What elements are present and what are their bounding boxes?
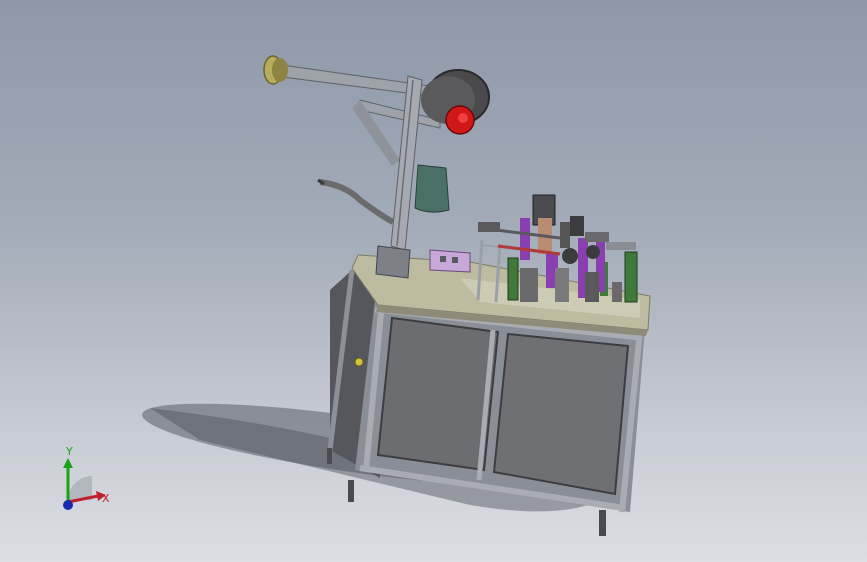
cabinet-door-right[interactable] (492, 332, 630, 496)
cabinet-lock[interactable] (354, 357, 364, 367)
axis-triad[interactable]: Y X (63, 445, 110, 510)
unwind-gantry (263, 55, 490, 279)
y-axis-label: Y (65, 445, 73, 458)
air-tank (414, 164, 450, 213)
foot (327, 448, 332, 464)
x-axis-label: X (102, 492, 110, 505)
cad-viewport[interactable]: Y X (0, 0, 867, 562)
foot (599, 510, 606, 536)
foot (348, 480, 354, 502)
z-axis-dot (63, 500, 73, 510)
control-box[interactable] (429, 249, 471, 273)
machine-3d-model[interactable]: Y X (0, 0, 867, 562)
